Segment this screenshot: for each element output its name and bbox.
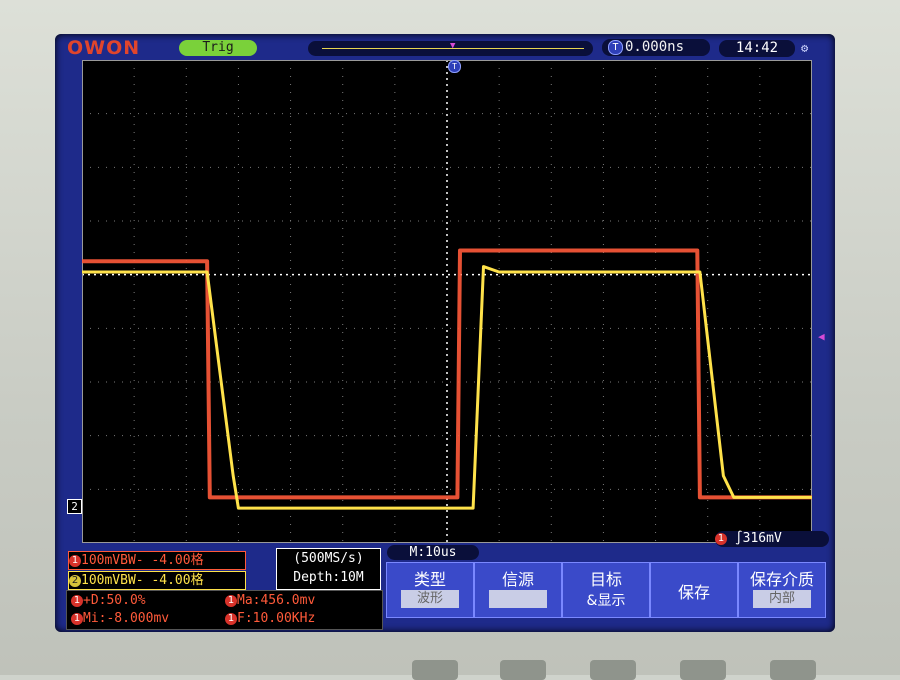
menu-target-title: 目标: [589, 570, 622, 589]
measure-min: 1 Mi:-8.000mv: [71, 611, 169, 626]
menu-type-title: 类型: [413, 570, 446, 589]
measure-max-value: Ma:456.0mv: [237, 593, 316, 608]
timebase-display: M:10us: [387, 545, 479, 560]
menu-save-button[interactable]: 保存: [650, 562, 738, 618]
measure-min-value: Mi:-8.000mv: [83, 611, 170, 626]
channel1-badge: 1: [69, 554, 81, 567]
menu-storage-title: 保存介质: [749, 570, 814, 589]
menu-type-value: 波形: [401, 590, 459, 608]
brand-logo: OWON: [67, 37, 141, 59]
measurement-panel: 1 +D:50.0% 1 Ma:456.0mv 1 Mi:-8.000mv 1 F:10…: [66, 590, 383, 630]
trigger-time-marker-icon: T: [448, 60, 461, 73]
menu-target-button[interactable]: 目标 &显示: [562, 562, 650, 618]
usb-icon: ⚙: [801, 41, 809, 55]
measure-source-badge: 1: [225, 594, 237, 607]
hardware-button[interactable]: [680, 660, 726, 680]
menu-target-value: &显示: [586, 593, 626, 609]
measure-source-badge: 1: [225, 612, 237, 625]
measure-source-badge: 1: [71, 594, 83, 607]
top-status-bar: OWON Trig ▼ T 0.000ns 14:42 ⚙: [55, 34, 835, 60]
menu-source-value: [489, 590, 547, 608]
channel2-ground-marker: 2: [67, 499, 82, 514]
menu-source-title: 信源: [501, 570, 534, 589]
hardware-button[interactable]: [770, 660, 816, 680]
rising-edge-icon: ∫: [734, 531, 743, 546]
trigger-status-badge: Trig: [179, 40, 257, 56]
clock-display: 14:42: [719, 40, 795, 57]
channel1-settings[interactable]: 1 100mVBW- -4.00格: [68, 551, 246, 570]
waveform-display: [82, 60, 812, 543]
hardware-button[interactable]: [590, 660, 636, 680]
channel1-setting-text: 100mVBW- -4.00格: [81, 553, 204, 568]
trigger-offset-display: T 0.000ns: [602, 39, 710, 56]
acquisition-info: (500MS/s) Depth:10M: [276, 548, 381, 590]
menu-source-button[interactable]: 信源: [474, 562, 562, 618]
menu-storage-value: 内部: [753, 590, 811, 608]
sample-rate: (500MS/s): [293, 551, 364, 566]
channel2-setting-text: 100mVBW- -4.00格: [81, 573, 204, 588]
menu-storage-button[interactable]: 保存介质 内部: [738, 562, 826, 618]
trigger-level-value: 316mV: [742, 531, 782, 546]
trigger-level-marker-icon: ◀: [818, 330, 825, 343]
measure-max: 1 Ma:456.0mv: [225, 593, 315, 608]
channel2-settings[interactable]: 2 100mVBW- -4.00格: [68, 571, 246, 590]
measure-freq: 1 F:10.00KHz: [225, 611, 315, 626]
measure-duty: 1 +D:50.0%: [71, 593, 146, 608]
trigger-offset-value: 0.000ns: [625, 39, 685, 55]
trigger-config-display: 1 ∫316mV: [715, 531, 829, 547]
memory-depth: Depth:10M: [293, 570, 364, 585]
measure-duty-value: +D:50.0%: [83, 593, 146, 608]
menu-type-button[interactable]: 类型 波形: [386, 562, 474, 618]
channel2-badge: 2: [69, 574, 81, 587]
menu-save-title: 保存: [677, 583, 710, 602]
hardware-button[interactable]: [412, 660, 458, 680]
trigger-position-marker-icon: ▼: [450, 41, 456, 51]
time-position-bar: ▼: [308, 41, 593, 56]
oscilloscope-screen: OWON Trig ▼ T 0.000ns 14:42 ⚙ T 2 ◀ 1 ∫31…: [55, 34, 835, 632]
waveform-trace-channel2: [82, 265, 812, 510]
measure-source-badge: 1: [71, 612, 83, 625]
waveform-plot: [82, 60, 812, 543]
trigger-source-badge: 1: [715, 532, 727, 545]
trigger-time-icon: T: [608, 39, 623, 55]
hardware-button[interactable]: [500, 660, 546, 680]
measure-freq-value: F:10.00KHz: [237, 611, 316, 626]
